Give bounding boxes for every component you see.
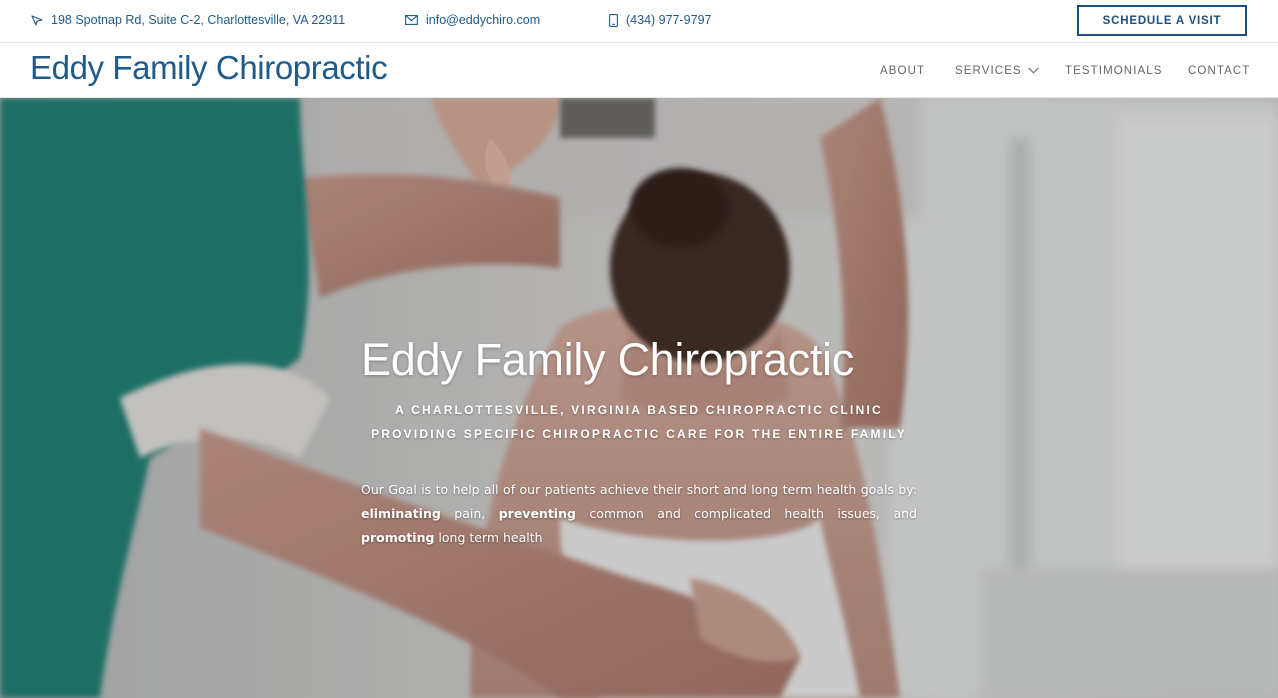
hero-goal-preventing: preventing — [498, 506, 576, 521]
email-text: info@eddychiro.com — [426, 13, 541, 27]
nav-item-testimonials[interactable]: TESTIMONIALS — [1065, 43, 1163, 98]
address-text: 198 Spotnap Rd, Suite C-2, Charlottesvil… — [51, 13, 346, 27]
hero-goal-eliminating: eliminating — [361, 506, 441, 521]
address-item: 198 Spotnap Rd, Suite C-2, Charlottesvil… — [31, 0, 345, 40]
hero-title: Eddy Family Chiropractic — [361, 334, 854, 385]
hero-goal-promoting: promoting — [361, 530, 435, 545]
nav-item-about[interactable]: ABOUT — [880, 43, 925, 98]
hero-section: Eddy Family Chiropractic A CHARLOTTESVIL… — [0, 98, 1278, 698]
hero-goal-text-1: pain, — [440, 506, 499, 521]
mobile-phone-icon — [609, 13, 618, 27]
chevron-down-icon — [1027, 67, 1039, 74]
phone-text: (434) 977-9797 — [626, 13, 712, 27]
top-contact-bar: 198 Spotnap Rd, Suite C-2, Charlottesvil… — [0, 0, 1278, 43]
hero-goal-intro: Our Goal is to help all of our patients … — [361, 482, 917, 497]
nav-item-services[interactable]: SERVICES — [955, 43, 1039, 98]
envelope-icon — [405, 15, 418, 25]
nav-item-services-label: SERVICES — [955, 64, 1022, 77]
nav-item-contact[interactable]: CONTACT — [1188, 43, 1250, 98]
hero-goal-text-2: common and complicated health issues, an… — [575, 506, 917, 521]
hero-subtitle: A CHARLOTTESVILLE, VIRGINIA BASED CHIROP… — [371, 403, 907, 441]
site-header: Eddy Family Chiropractic ABOUT SERVICES … — [0, 43, 1278, 98]
schedule-visit-button[interactable]: SCHEDULE A VISIT — [1077, 5, 1247, 36]
hero-goal-text: Our Goal is to help all of our patients … — [361, 478, 917, 550]
site-logo[interactable]: Eddy Family Chiropractic — [30, 49, 388, 87]
hero-goal-text-3: long term health — [434, 530, 543, 545]
phone-link[interactable]: (434) 977-9797 — [609, 0, 711, 40]
email-link[interactable]: info@eddychiro.com — [405, 0, 540, 40]
location-arrow-icon — [31, 15, 43, 26]
